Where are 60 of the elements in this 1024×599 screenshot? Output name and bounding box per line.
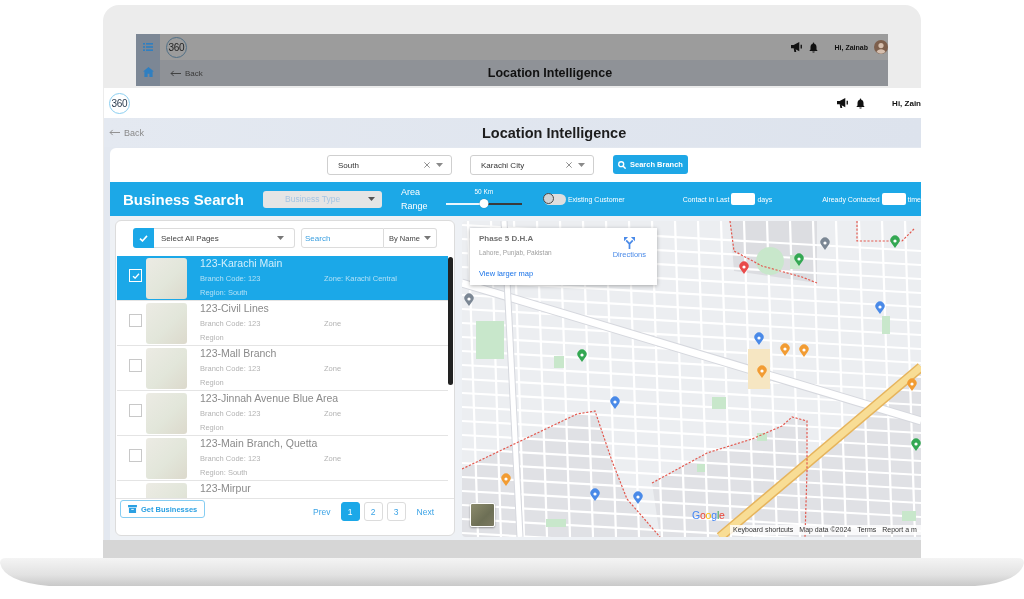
fork-arrow-icon: [623, 237, 635, 249]
arrow-left-icon: [170, 69, 181, 77]
map-logo: Google: [692, 509, 725, 521]
branch-name: 123-Jinnah Avenue Blue Area: [200, 392, 340, 404]
input-field[interactable]: [881, 193, 906, 205]
clear-icon[interactable]: [424, 162, 430, 168]
scrollbar[interactable]: [448, 257, 453, 385]
prev-link[interactable]: Prev: [313, 506, 331, 517]
input-field[interactable]: [731, 193, 756, 205]
branch-name: 123-Karachi Main: [200, 257, 284, 269]
page-button[interactable]: 2: [363, 502, 383, 521]
box-icon: [128, 505, 137, 513]
caret-icon: [424, 236, 431, 240]
page-button[interactable]: 3: [386, 502, 406, 521]
branch-name: 123-Civil Lines: [200, 302, 270, 314]
select-all-dropdown[interactable]: Select All Pages: [154, 228, 295, 248]
page-button[interactable]: 1: [340, 502, 360, 521]
checkbox[interactable]: [129, 404, 142, 417]
region-dropdown[interactable]: South: [327, 155, 452, 175]
clear-icon[interactable]: [566, 162, 572, 168]
branch-name: 123-Mall Branch: [200, 347, 278, 359]
tick-icon: [139, 234, 148, 242]
map-thumbnail: [146, 303, 187, 344]
city-dropdown[interactable]: Karachi City: [470, 155, 594, 175]
map-thumbnail: [146, 438, 187, 479]
back-link[interactable]: Back: [170, 68, 203, 78]
caret-icon: [436, 163, 443, 167]
page-title: Location Intelligence: [487, 66, 613, 80]
section-title: Business Search: [123, 190, 241, 208]
search-field[interactable]: Search: [301, 228, 384, 248]
caret-icon: [368, 197, 376, 201]
caret-icon: [578, 163, 585, 167]
checkbox[interactable]: [129, 314, 142, 327]
checkbox[interactable]: [129, 449, 142, 462]
branch-name: 123-Mirpur: [200, 482, 252, 494]
caret-icon: [277, 236, 284, 240]
tick-icon: [131, 272, 140, 279]
bell-icon[interactable]: [808, 41, 818, 53]
branch-name: 123-Main Branch, Quetta: [200, 437, 319, 449]
map-thumbnail: [146, 348, 187, 389]
checkbox[interactable]: [133, 228, 154, 248]
back-link[interactable]: Back: [109, 127, 144, 138]
next-link[interactable]: Next: [416, 506, 434, 517]
user-greeting: Hi, Zain: [892, 98, 921, 108]
map-thumbnail: [146, 393, 187, 434]
page-title: Location Intelligence: [482, 124, 627, 141]
checkbox[interactable]: [129, 359, 142, 372]
avatar-icon[interactable]: [874, 40, 888, 54]
slider-thumb[interactable]: [479, 199, 489, 208]
bell-icon[interactable]: [856, 97, 866, 109]
toggle-switch[interactable]: [543, 193, 566, 205]
satellite-thumbnail[interactable]: [470, 503, 495, 527]
map-thumbnail: [146, 258, 187, 299]
search-icon: [618, 160, 626, 169]
area-range-label: Area Range: [401, 186, 429, 213]
megaphone-icon[interactable]: [790, 42, 802, 52]
range-slider[interactable]: [445, 199, 522, 208]
place-name: Phase 5 D.H.A: [479, 234, 535, 244]
megaphone-icon[interactable]: [837, 98, 849, 108]
arrow-left-icon: [109, 129, 120, 136]
